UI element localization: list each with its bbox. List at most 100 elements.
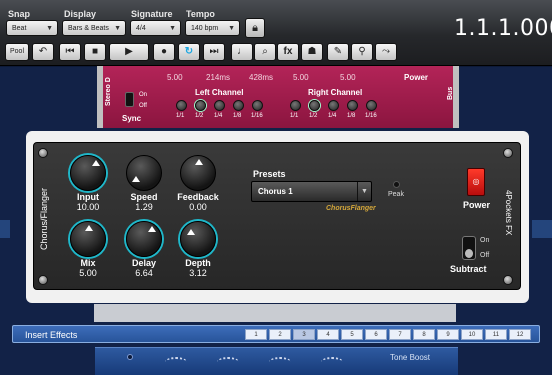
knob-indicator-icon (132, 176, 140, 182)
insert-slot[interactable]: 4 (317, 329, 339, 340)
insert-slot[interactable]: 6 (365, 329, 387, 340)
delay-value-1: 5.00 (167, 73, 183, 82)
left-division-1-2-knob[interactable] (195, 100, 206, 111)
peak-led (393, 181, 400, 188)
metronome-icon: ♩ (237, 46, 247, 57)
screw-icon (127, 354, 133, 360)
right-division-1-2-knob[interactable] (309, 100, 320, 111)
presets-label: Presets (253, 169, 286, 179)
insert-slot[interactable]: 3 (293, 329, 315, 340)
undo-button[interactable]: ↶ (32, 43, 54, 61)
insert-slot[interactable]: 1 (245, 329, 267, 340)
loop-button[interactable]: ↻ (178, 43, 200, 61)
snap-select[interactable]: Beat ▼ (6, 20, 58, 36)
position-counter: 1.1.1.000 (454, 16, 552, 41)
loop-icon: ↻ (184, 46, 194, 57)
display-label: Display (64, 9, 97, 19)
insert-slot[interactable]: 9 (437, 329, 459, 340)
input-label: Input (77, 192, 99, 202)
sync-label: Sync (122, 114, 142, 123)
feedback-label: Feedback (177, 192, 219, 202)
stop-button[interactable]: ■ (84, 43, 106, 61)
forward-button[interactable]: ⏭ (203, 43, 225, 61)
find-button[interactable]: ⚲ (351, 43, 373, 61)
sync-switch[interactable] (125, 92, 134, 107)
record-button[interactable]: ● (153, 43, 175, 61)
stereo-delay-side-label: Stereo D (105, 77, 112, 106)
right-division-1-4-knob[interactable] (328, 100, 339, 111)
tempo-select[interactable]: 140 bpm ▼ (185, 20, 240, 36)
brand-side-label: 4Pockets FX (504, 190, 513, 236)
insert-slot[interactable]: 10 (461, 329, 483, 340)
subtract-switch[interactable] (462, 236, 476, 260)
division-label: 1/1 (176, 113, 185, 119)
feedback-knob[interactable] (180, 155, 216, 191)
subtract-off-label: Off (480, 252, 490, 259)
signature-select[interactable]: 4/4 ▼ (130, 20, 181, 36)
sync-off-label: Off (139, 103, 147, 109)
tone-knob[interactable] (321, 357, 343, 367)
metronome-button[interactable]: ♩ (231, 43, 253, 61)
preset-select[interactable]: Chorus 1 ▼ (251, 181, 372, 202)
subtract-label: Subtract (450, 264, 487, 274)
left-division-1-16-knob[interactable] (252, 100, 263, 111)
mix-knob[interactable] (70, 221, 106, 257)
left-division-1-8-knob[interactable] (233, 100, 244, 111)
power-button[interactable]: ◎ (467, 168, 485, 196)
right-division-1-8-knob[interactable] (347, 100, 358, 111)
insert-slot[interactable]: 8 (413, 329, 435, 340)
division-label: 1/2 (309, 113, 318, 119)
toolbar: Snap Beat ▼ Display Bars & Beats ▼ Signatu… (0, 0, 552, 66)
left-division-1-4-knob[interactable] (214, 100, 225, 111)
peak-label: Peak (388, 191, 404, 198)
sync-on-label: On (139, 92, 148, 98)
display-select[interactable]: Bars & Beats ▼ (62, 20, 126, 36)
screw-icon (38, 148, 48, 158)
delay-value-4: 5.00 (293, 73, 309, 82)
tone-knob[interactable] (165, 357, 187, 367)
insert-slot[interactable]: 7 (389, 329, 411, 340)
chevron-down-icon: ▼ (114, 25, 121, 32)
knob-indicator-icon (148, 226, 156, 232)
fx-button[interactable]: fx (277, 43, 299, 61)
tone-knob[interactable] (269, 357, 291, 367)
depth-knob[interactable] (180, 221, 216, 257)
right-channel-label: Right Channel (308, 88, 363, 97)
insert-slot[interactable]: 2 (269, 329, 291, 340)
rewind-button[interactable]: ⏮ (59, 43, 81, 61)
lock-button[interactable]: 🔒︎ (245, 18, 265, 38)
rewind-icon: ⏮ (65, 46, 75, 57)
insert-slot[interactable]: 5 (341, 329, 363, 340)
right-division-1-16-knob[interactable] (366, 100, 377, 111)
insert-slot[interactable]: 11 (485, 329, 507, 340)
tools-button[interactable]: ✎ (327, 43, 349, 61)
division-label: 1/2 (195, 113, 204, 119)
play-button[interactable]: ▶ (109, 43, 149, 61)
right-division-1-1-knob[interactable] (290, 100, 301, 111)
mixer-button[interactable]: ☗ (301, 43, 323, 61)
delay-value-2: 214ms (206, 73, 231, 82)
screw-icon (503, 275, 513, 285)
depth-value: 3.12 (189, 268, 207, 278)
input-knob[interactable] (70, 155, 106, 191)
search-icon: ⌕ (262, 46, 268, 57)
delay-knob[interactable] (126, 221, 162, 257)
route-button[interactable]: ⤳ (375, 43, 397, 61)
input-value: 10.00 (76, 202, 100, 212)
division-label: 1/8 (233, 113, 242, 119)
insert-effects-bar: Insert Effects 1 2 3 4 5 6 7 8 9 10 11 1… (12, 325, 540, 343)
track-tab-left[interactable] (0, 220, 10, 238)
left-channel-label: Left Channel (195, 88, 244, 97)
signature-label: Signature (131, 9, 173, 19)
power-label: Power (463, 200, 491, 210)
zoom-button[interactable]: ⌕ (254, 43, 276, 61)
left-division-1-1-knob[interactable] (176, 100, 187, 111)
track-tab-right[interactable] (532, 220, 552, 238)
insert-slot[interactable]: 12 (509, 329, 531, 340)
division-label: 1/1 (290, 113, 299, 119)
pool-button[interactable]: Pool (5, 43, 29, 61)
knob-indicator-icon (195, 159, 203, 165)
tone-knob[interactable] (217, 357, 239, 367)
speed-knob[interactable] (126, 155, 162, 191)
tempo-label: Tempo (186, 9, 215, 19)
